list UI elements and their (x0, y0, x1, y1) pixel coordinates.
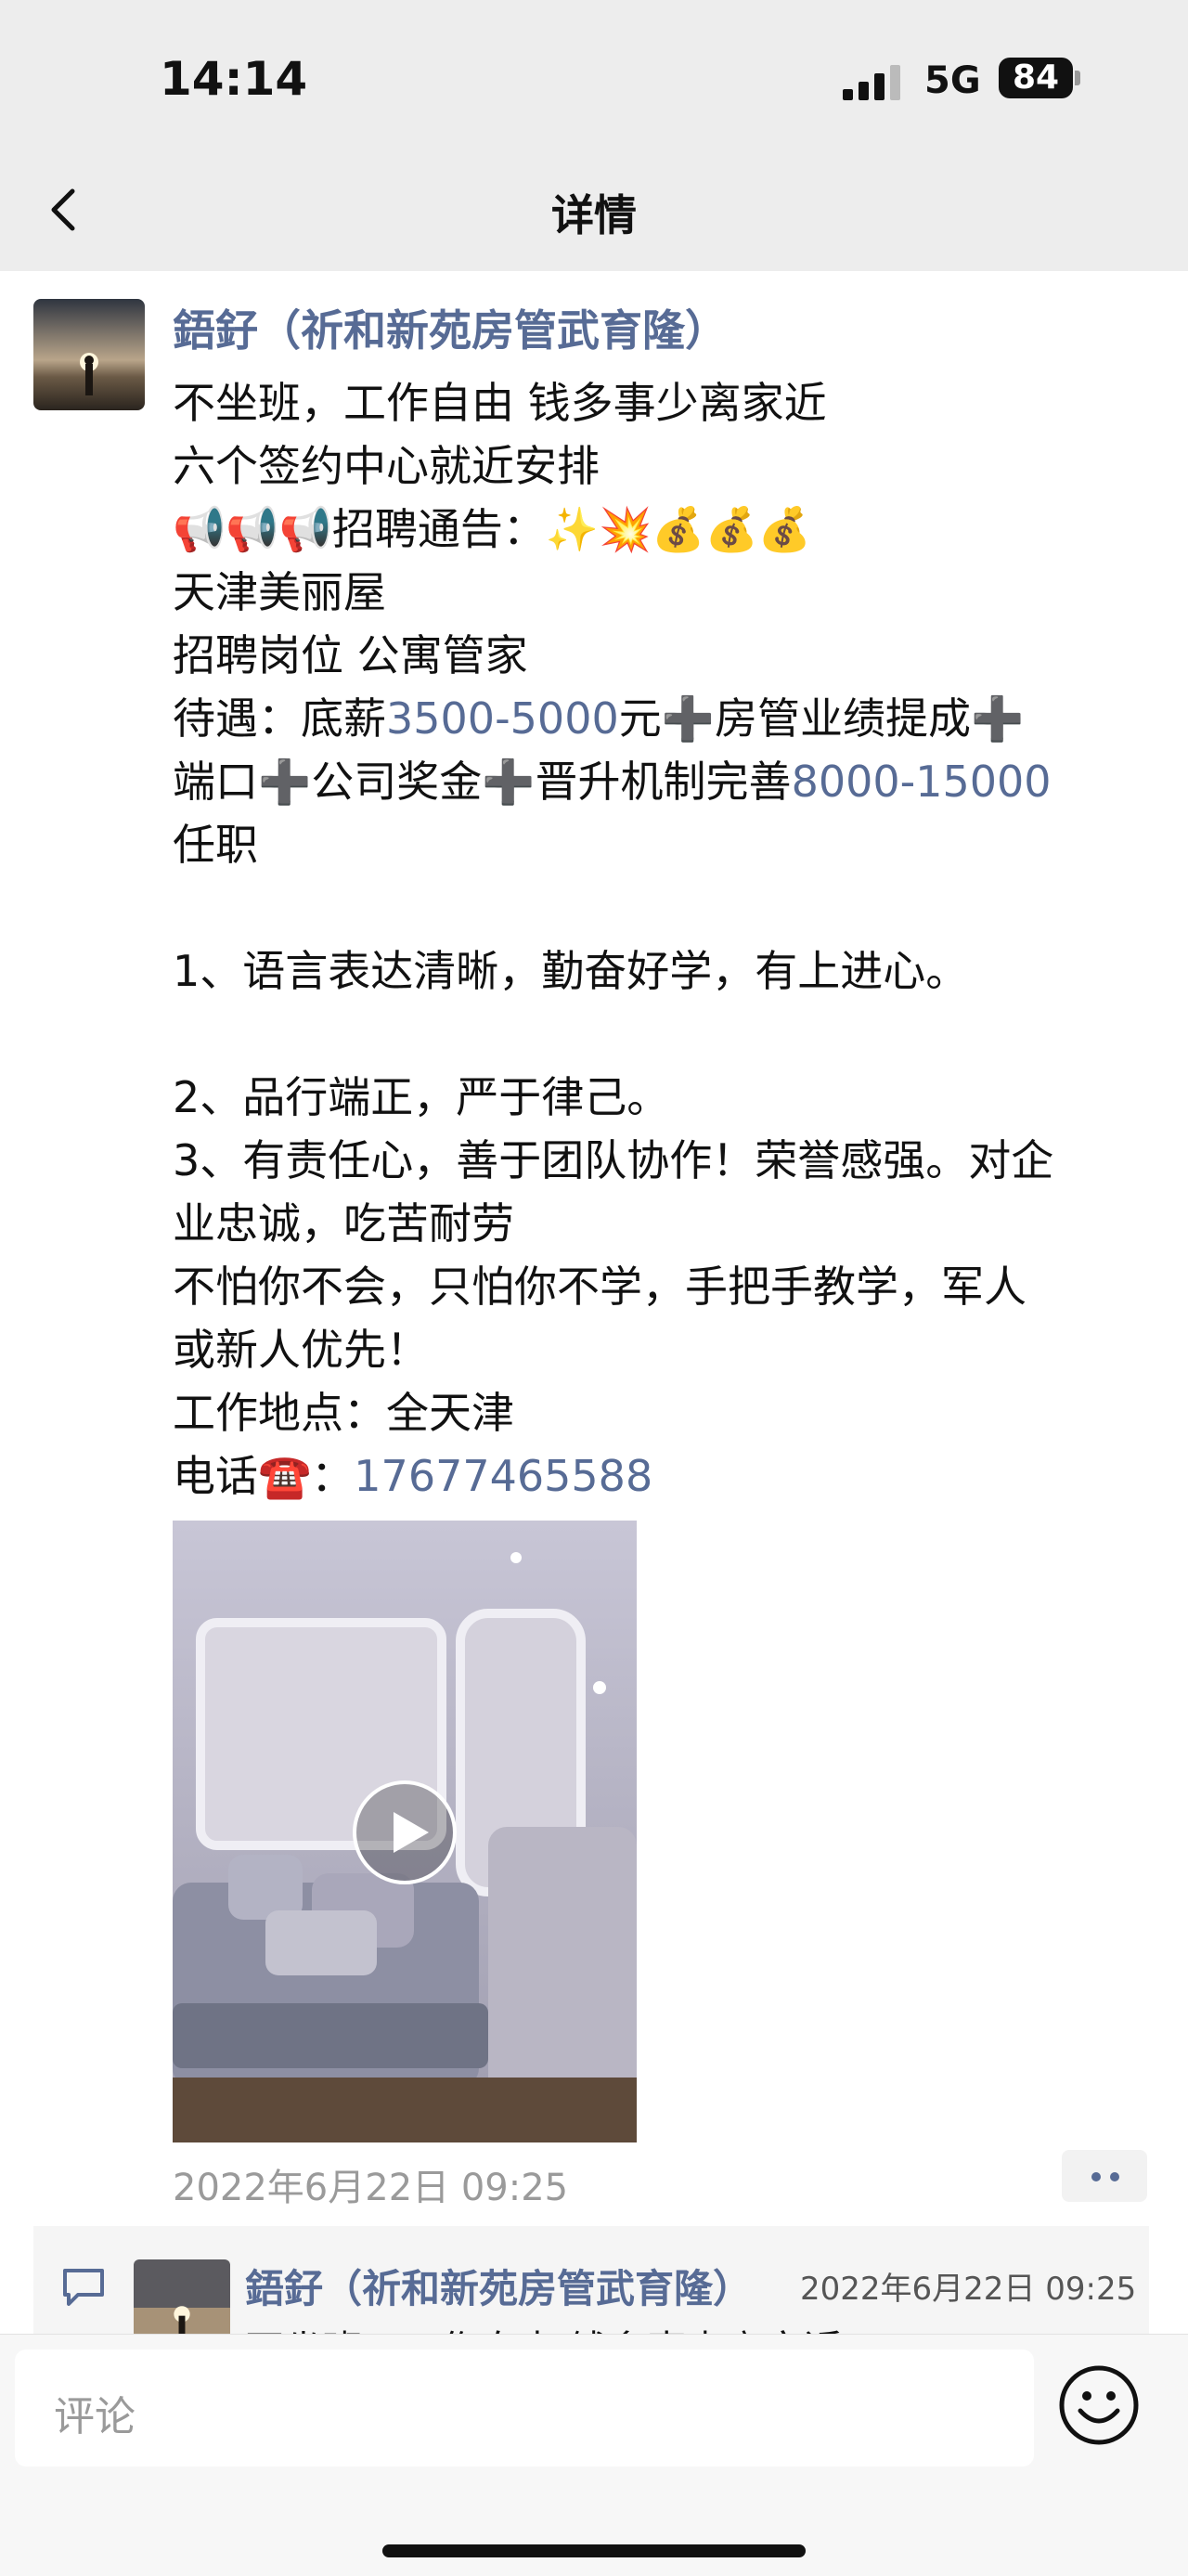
moment-post: 鋙釨（祈和新苑房管武育隆） 不坐班，工作自由 钱多事少离家近 六个签约中心就近安… (0, 271, 1188, 2337)
status-time: 14:14 (160, 52, 308, 106)
post-line: 不怕你不会，只怕你不学，手把手教学，军人 (173, 1262, 1027, 1312)
emoji-icon[interactable] (1056, 2362, 1142, 2448)
avatar[interactable] (33, 299, 145, 410)
post-line: 天津美丽屋 (173, 567, 386, 617)
signal-icon (843, 65, 900, 100)
phone-number-link[interactable]: 17677465588 (354, 1451, 652, 1501)
post-line: 六个签约中心就近安排 (173, 441, 600, 491)
post-line: 不坐班，工作自由 钱多事少离家近 (173, 378, 827, 428)
nav-bar: 详情 (0, 149, 1188, 271)
battery-level: 84 (1012, 58, 1060, 97)
comment-input[interactable]: 评论 (15, 2349, 1034, 2466)
comment-bar: 评论 (0, 2334, 1188, 2576)
avatar[interactable] (134, 2259, 230, 2337)
salary-range-link[interactable]: 3500-5000 (386, 693, 619, 744)
post-line: 业忠诚，吃苦耐劳 (173, 1198, 514, 1249)
salary-label: 待遇：底薪 (173, 693, 386, 744)
more-actions-button[interactable] (1062, 2150, 1147, 2202)
battery-icon: 84 (999, 58, 1073, 98)
play-icon[interactable] (351, 1779, 458, 1886)
home-indicator (382, 2544, 806, 2557)
comment-author[interactable]: 鋙釨（祈和新苑房管武育隆） (245, 2258, 785, 2314)
battery-tip (1075, 71, 1080, 85)
post-line: 3、有责任心，善于团队协作！荣誉感强。对企 (173, 1135, 1054, 1185)
post-line: 工作地点：全天津 (173, 1388, 514, 1438)
post-line: 电话☎️：17677465588 (173, 1444, 1166, 1508)
comment-icon (63, 2269, 104, 2306)
status-bar: 14:14 5G 84 (0, 0, 1188, 149)
post-line: 端口➕公司奖金➕晋升机制完善8000-15000 (173, 750, 1166, 813)
post-line: 或新人优先！ (173, 1325, 429, 1375)
author-name[interactable]: 鋙釨（祈和新苑房管武育隆） (173, 297, 728, 358)
post-line: 2、品行端正，严于律己。 (173, 1072, 670, 1122)
post-line: 📢📢📢招聘通告：✨💥💰💰💰 (173, 504, 812, 554)
comment-timestamp: 2022年6月22日 09:25 (800, 2271, 1137, 2308)
phone-label: 电话☎️： (173, 1451, 355, 1501)
post-line: 招聘岗位 公寓管家 (173, 630, 528, 680)
post-line: 任职 (173, 820, 258, 870)
dot (1110, 2172, 1119, 2181)
benefits-text: 端口➕公司奖金➕晋升机制完善 (173, 757, 792, 807)
dot (1091, 2172, 1101, 2181)
comments-section: 鋙釨（祈和新苑房管武育隆） 2022年6月22日 09:25 不坐班，工作自由 … (33, 2226, 1149, 2337)
network-type: 5G (924, 59, 981, 102)
post-line: 待遇：底薪3500-5000元➕房管业绩提成➕ (173, 687, 1166, 750)
post-timestamp: 2022年6月22日 09:25 (173, 2167, 569, 2209)
video-thumbnail[interactable] (173, 1521, 637, 2142)
salary-extra: 元➕房管业绩提成➕ (618, 693, 1025, 744)
comment-placeholder: 评论 (54, 2393, 136, 2440)
income-range-link[interactable]: 8000-15000 (792, 757, 1052, 807)
post-line: 1、语言表达清晰，勤奋好学，有上进心。 (173, 946, 969, 996)
page-title: 详情 (551, 190, 637, 240)
